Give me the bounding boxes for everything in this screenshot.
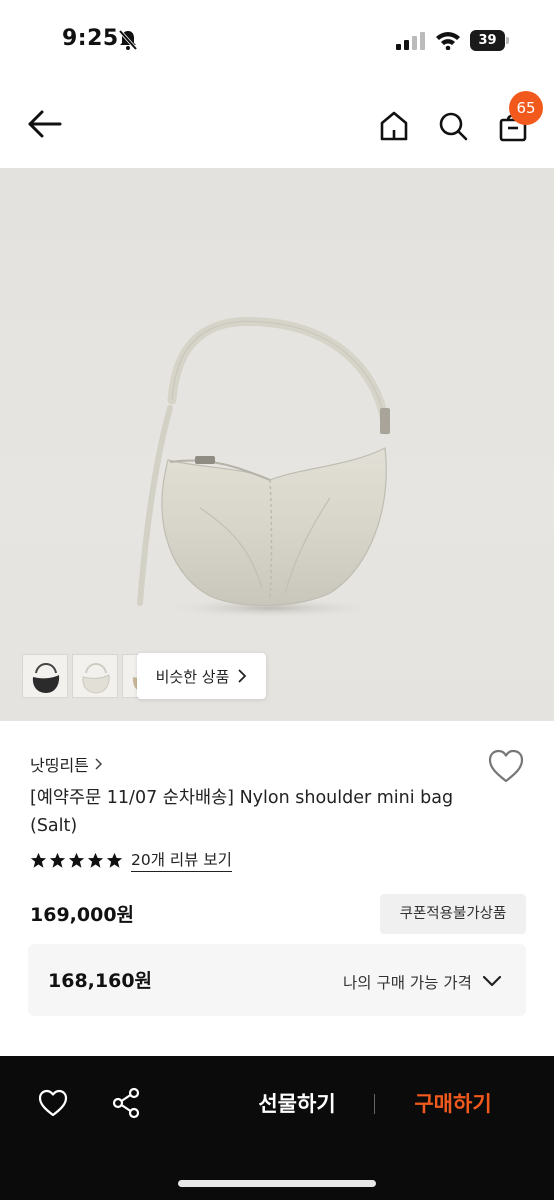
cart-count-badge: 65: [509, 91, 543, 125]
wifi-icon: [436, 32, 460, 50]
star-icon: [30, 852, 47, 868]
bell-slash-icon: [118, 29, 138, 51]
bottom-action-bar: 선물하기 구매하기: [0, 1056, 554, 1200]
review-link[interactable]: 20개 리뷰 보기: [131, 848, 232, 872]
product-image-gallery[interactable]: 비슷한 상품: [0, 168, 554, 721]
button-divider: [374, 1094, 375, 1114]
thumbnail-white-bag[interactable]: [72, 654, 118, 698]
battery-tip: [506, 37, 509, 44]
buy-button[interactable]: 구매하기: [396, 1086, 510, 1122]
thumbnail-black-bag[interactable]: [22, 654, 68, 698]
rating-row: 20개 리뷰 보기: [30, 848, 232, 872]
coupon-unavailable-badge: 쿠폰적용불가상품: [380, 894, 526, 934]
top-navigation: 65: [0, 80, 554, 168]
my-price-dropdown[interactable]: 168,160원 나의 구매 가능 가격: [28, 944, 526, 1016]
product-price: 169,000원: [30, 904, 135, 926]
share-icon[interactable]: [111, 1087, 141, 1119]
star-icon: [106, 852, 123, 868]
star-icon: [87, 852, 104, 868]
search-icon[interactable]: [437, 110, 469, 142]
brand-link[interactable]: 낫띵리튼: [30, 752, 103, 776]
product-title: [예약주문 11/07 순차배송] Nylon shoulder mini ba…: [30, 788, 454, 836]
star-icon: [49, 852, 66, 868]
gift-button[interactable]: 선물하기: [240, 1086, 354, 1122]
black-bag-thumbnail: [32, 663, 60, 693]
battery-indicator: 39: [470, 30, 510, 51]
white-bag-thumbnail: [82, 663, 110, 694]
home-indicator: [178, 1180, 376, 1187]
similar-products-button[interactable]: 비슷한 상품: [137, 653, 266, 699]
my-price-label: 나의 구매 가능 가격: [343, 974, 472, 992]
status-bar: 9:25 39: [0, 0, 554, 80]
product-photo: [137, 316, 391, 618]
signal-icon: [396, 32, 425, 50]
back-arrow-icon[interactable]: [26, 108, 64, 140]
home-icon[interactable]: [378, 110, 410, 142]
my-purchasable-price: 168,160원: [48, 970, 153, 992]
star-icon: [68, 852, 85, 868]
chevron-down-icon: [482, 975, 502, 987]
similar-products-label: 비슷한 상품: [155, 667, 230, 686]
battery-level: 39: [470, 30, 505, 51]
heart-icon[interactable]: [37, 1088, 69, 1118]
chevron-right-icon: [95, 758, 102, 770]
status-time: 9:25: [62, 26, 119, 51]
wishlist-heart-icon[interactable]: [487, 748, 525, 784]
chevron-right-icon: [238, 669, 247, 683]
brand-name: 낫띵리튼: [30, 756, 89, 775]
